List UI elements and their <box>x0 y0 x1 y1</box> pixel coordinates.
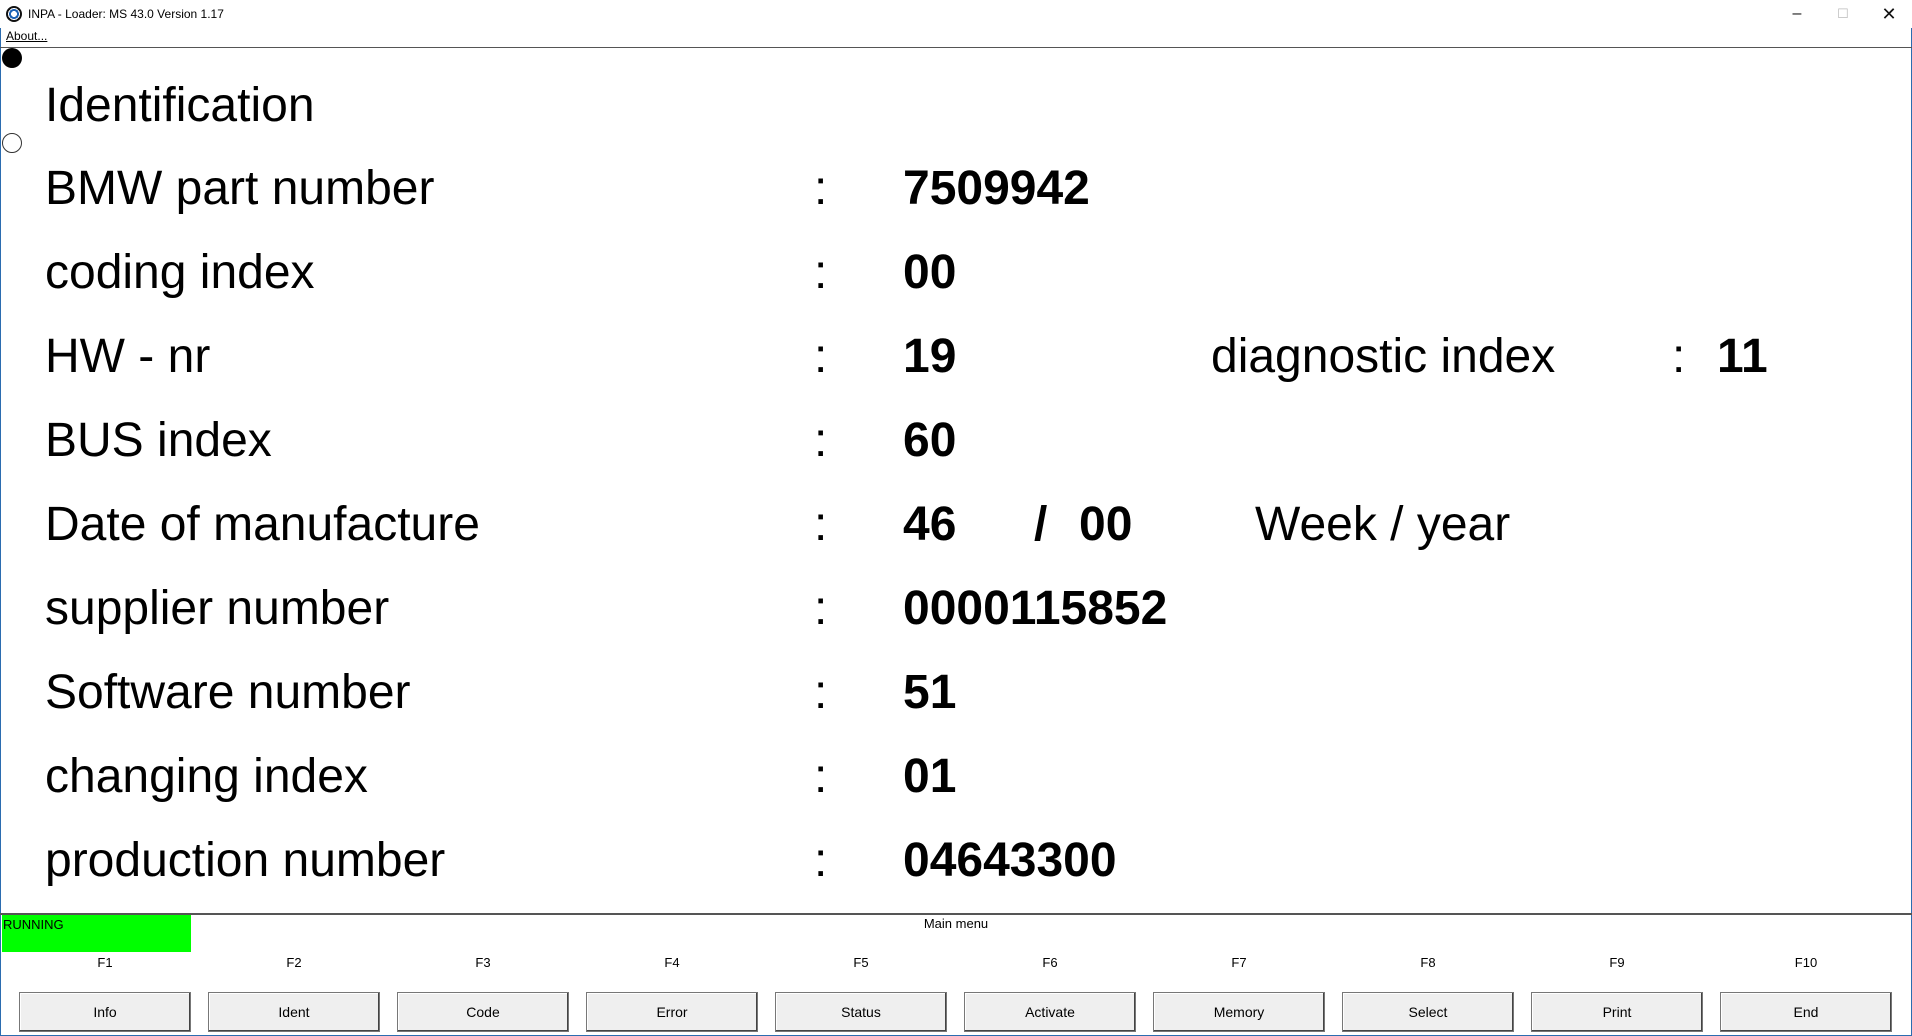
row-value: 60 <box>903 414 957 467</box>
row-colon: : <box>814 498 828 551</box>
fkey-group: F10 End <box>1720 950 1892 1032</box>
fkey-label: F9 <box>1609 955 1625 970</box>
info-row: supplier number : 0000115852 <box>0 571 1912 655</box>
memory-button[interactable]: Memory <box>1153 992 1325 1032</box>
minimize-button[interactable]: – <box>1774 0 1820 28</box>
end-button[interactable]: End <box>1720 992 1892 1032</box>
function-key-bar: F1 Info F2 Ident F3 Code F4 Error F5 Sta… <box>0 950 1912 1036</box>
divider <box>0 913 1912 915</box>
fkey-group: F3 Code <box>397 950 569 1032</box>
fkey-label: F6 <box>1042 955 1058 970</box>
title-bar: INPA - Loader: MS 43.0 Version 1.17 – ☐ … <box>0 0 1912 28</box>
row-value: 19 <box>903 330 957 383</box>
menu-bar: About... <box>0 28 1912 48</box>
row-value: 01 <box>903 750 957 803</box>
row-label: supplier number <box>45 582 390 635</box>
info-row: changing index : 01 <box>0 739 1912 823</box>
fkey-label: F2 <box>286 955 302 970</box>
status-button[interactable]: Status <box>775 992 947 1032</box>
info-row: HW - nr : 19 diagnostic index : 11 <box>0 319 1912 403</box>
fkey-group: F8 Select <box>1342 950 1514 1032</box>
row-colon: : <box>814 162 828 215</box>
info-row: BUS index : 60 <box>0 403 1912 487</box>
info-button[interactable]: Info <box>19 992 191 1032</box>
fkey-label: F10 <box>1794 955 1818 970</box>
row-colon: : <box>814 246 828 299</box>
fkey-group: F4 Error <box>586 950 758 1032</box>
week-year-label: Week / year <box>1255 498 1511 551</box>
menu-about[interactable]: About... <box>6 29 47 43</box>
close-button[interactable]: ✕ <box>1866 0 1912 28</box>
row-label: Date of manufacture <box>45 498 480 551</box>
identification-panel: Identification BMW part number : 7509942… <box>0 48 1912 914</box>
row-label: BUS index <box>45 414 272 467</box>
fkey-label: F8 <box>1420 955 1436 970</box>
row-colon: : <box>1672 330 1686 383</box>
info-row: Software number : 51 <box>0 655 1912 739</box>
row-value: 0000115852 <box>903 582 1168 635</box>
row-value: 04643300 <box>903 834 1117 887</box>
code-button[interactable]: Code <box>397 992 569 1032</box>
error-button[interactable]: Error <box>586 992 758 1032</box>
info-row: BMW part number : 7509942 <box>0 151 1912 235</box>
year-value: 00 <box>1079 498 1133 551</box>
row-label: changing index <box>45 750 368 803</box>
date-slash: / <box>1034 498 1048 551</box>
menu-title: Main menu <box>923 916 989 931</box>
row-colon: : <box>814 582 828 635</box>
maximize-button[interactable]: ☐ <box>1820 0 1866 28</box>
row-colon: : <box>814 666 828 719</box>
row-label: Software number <box>45 666 411 719</box>
row-colon: : <box>814 330 828 383</box>
fkey-group: F1 Info <box>19 950 191 1032</box>
fkey-label: F3 <box>475 955 491 970</box>
print-button[interactable]: Print <box>1531 992 1703 1032</box>
fkey-group: F7 Memory <box>1153 950 1325 1032</box>
select-button[interactable]: Select <box>1342 992 1514 1032</box>
row-value: 51 <box>903 666 957 719</box>
activate-button[interactable]: Activate <box>964 992 1136 1032</box>
row-label: BMW part number <box>45 162 435 215</box>
fkey-group: F9 Print <box>1531 950 1703 1032</box>
week-value: 46 <box>903 498 957 551</box>
row-value: 00 <box>903 246 957 299</box>
row-colon: : <box>814 834 828 887</box>
fkey-label: F7 <box>1231 955 1247 970</box>
diagnostic-index-value: 11 <box>1717 330 1768 383</box>
fkey-label: F1 <box>97 955 113 970</box>
info-row: Date of manufacture : 46 / 00 Week / yea… <box>0 487 1912 571</box>
fkey-group: F2 Ident <box>208 950 380 1032</box>
bmw-logo-icon <box>6 6 22 22</box>
fkey-label: F4 <box>664 955 680 970</box>
row-value: 7509942 <box>903 162 1090 215</box>
diagnostic-index-label: diagnostic index <box>1211 330 1556 383</box>
window-title: INPA - Loader: MS 43.0 Version 1.17 <box>28 7 224 21</box>
row-label: HW - nr <box>45 330 211 383</box>
fkey-group: F5 Status <box>775 950 947 1032</box>
info-row: coding index : 00 <box>0 235 1912 319</box>
row-label: production number <box>45 834 446 887</box>
fkey-group: F6 Activate <box>964 950 1136 1032</box>
row-label: coding index <box>45 246 315 299</box>
row-colon: : <box>814 750 828 803</box>
row-colon: : <box>814 414 828 467</box>
info-row: production number : 04643300 <box>0 823 1912 907</box>
page-title: Identification <box>45 79 315 132</box>
fkey-label: F5 <box>853 955 869 970</box>
ident-button[interactable]: Ident <box>208 992 380 1032</box>
